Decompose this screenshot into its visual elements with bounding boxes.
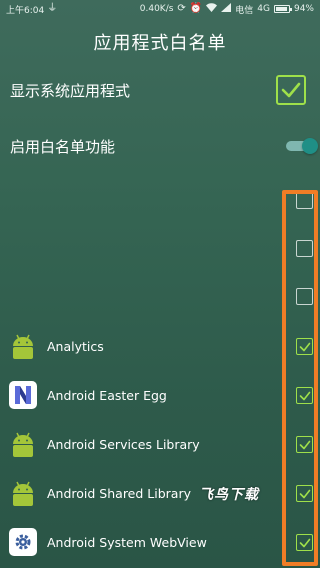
show-system-label: 显示系统应用程式: [10, 81, 131, 100]
app-name: Android Shared Library: [47, 485, 191, 501]
android-robot-icon: [9, 332, 37, 360]
app-checkbox[interactable]: [296, 436, 313, 453]
list-item[interactable]: Android Easter Egg: [0, 371, 320, 419]
list-item[interactable]: Android Shared Library: [0, 469, 320, 517]
check-icon: [299, 440, 310, 449]
app-name: Analytics: [47, 338, 104, 354]
whitelist-toggle[interactable]: [286, 137, 318, 155]
status-carrier: 电信: [235, 5, 254, 16]
app-checkbox[interactable]: [296, 192, 313, 209]
status-bar-right: 0.40K/s ⟳ ⏰ 电信 4G 94%: [140, 3, 314, 16]
check-icon: [299, 538, 310, 547]
list-item[interactable]: Android System WebView: [0, 518, 320, 566]
app-checkbox[interactable]: [296, 240, 313, 257]
app-checkbox[interactable]: [296, 288, 313, 305]
list-item[interactable]: [0, 272, 320, 320]
toggle-thumb: [302, 138, 318, 154]
app-name: Android System WebView: [47, 534, 207, 550]
check-icon: [281, 82, 301, 98]
page-title: 应用程式白名单: [93, 33, 227, 54]
status-time: 上午6:04: [6, 5, 45, 16]
list-item[interactable]: [0, 224, 320, 272]
usb-icon: ⏚: [47, 3, 58, 14]
show-system-checkbox[interactable]: [276, 75, 306, 105]
battery-icon: [273, 5, 292, 13]
alarm-icon: ⏰: [189, 3, 203, 14]
setting-show-system-apps[interactable]: 显示系统应用程式: [0, 66, 320, 114]
status-net-speed: 0.40K/s: [139, 4, 174, 14]
whitelist-label: 启用白名单功能: [10, 137, 116, 156]
setting-enable-whitelist[interactable]: 启用白名单功能: [0, 122, 320, 170]
watermark: 飞鸟下载: [199, 487, 259, 503]
list-item[interactable]: [0, 176, 320, 224]
app-checkbox[interactable]: [296, 485, 313, 502]
check-icon: [299, 489, 310, 498]
sync-icon: ⟳: [177, 3, 186, 14]
app-checkbox[interactable]: [296, 534, 313, 551]
status-bar-left: 上午6:04 ⏚: [6, 3, 57, 16]
status-network: 4G: [257, 4, 270, 14]
android-n-icon: [9, 381, 37, 409]
status-battery: 94%: [293, 4, 314, 14]
android-robot-icon: [9, 430, 37, 458]
app-checkbox[interactable]: [296, 338, 313, 355]
status-bar: 上午6:04 ⏚ 0.40K/s ⟳ ⏰ 电信 4G 94%: [0, 0, 320, 18]
signal-icon: [221, 3, 232, 15]
wifi-icon: [206, 3, 218, 15]
list-item[interactable]: Android Services Library: [0, 420, 320, 468]
list-item[interactable]: Analytics: [0, 322, 320, 370]
webview-gear-icon: [9, 528, 37, 556]
android-robot-icon: [9, 479, 37, 507]
check-icon: [299, 342, 310, 351]
app-name: Android Services Library: [47, 436, 200, 452]
app-checkbox[interactable]: [296, 387, 313, 404]
check-icon: [299, 391, 310, 400]
app-name: Android Easter Egg: [47, 387, 167, 403]
